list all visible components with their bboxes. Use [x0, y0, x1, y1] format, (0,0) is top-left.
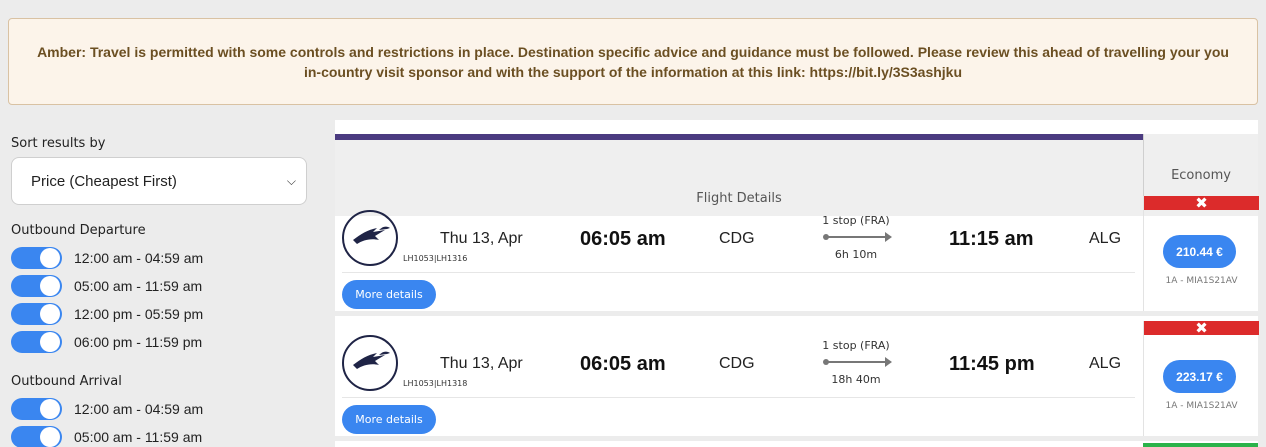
departure-range-label: 05:00 am - 11:59 am	[74, 278, 203, 294]
sort-selected-value: Price (Cheapest First)	[31, 172, 177, 190]
flight-codes: LH1053|LH1316	[403, 254, 468, 263]
arrival-range-label: 12:00 am - 04:59 am	[74, 401, 204, 417]
departure-range-label: 06:00 pm - 11:59 pm	[74, 334, 203, 350]
outbound-departure-title: Outbound Departure	[11, 223, 146, 238]
departure-time: 06:05 am	[580, 353, 666, 375]
fare-code: 1A - MIA1S21AV	[1165, 276, 1238, 286]
price-button[interactable]: 210.44 €	[1163, 235, 1236, 268]
stops-info: 1 stop (FRA)	[822, 339, 890, 352]
flight-date: Thu 13, Apr	[440, 230, 523, 247]
flight-codes: LH1053|LH1318	[403, 379, 468, 388]
economy-fare-cell: ✖ 210.44 € 1A - MIA1S21AV	[1143, 193, 1259, 311]
close-icon: ✖	[1195, 193, 1208, 212]
departure-airport: CDG	[719, 230, 755, 247]
departure-range-label: 12:00 pm - 05:59 pm	[74, 306, 204, 322]
economy-fare-cell: ✖ 223.17 € 1A - MIA1S21AV	[1143, 318, 1259, 436]
route-arrow-icon	[823, 357, 892, 367]
arrival-airport: ALG	[1089, 355, 1122, 372]
price-button[interactable]: 223.17 €	[1163, 360, 1236, 393]
more-details-button[interactable]: More details	[342, 405, 436, 434]
lufthansa-crane-logo-icon	[342, 335, 398, 391]
sort-label: Sort results by	[11, 136, 106, 151]
departure-filter-row: 12:00 pm - 05:59 pm	[11, 300, 307, 328]
departure-time: 06:05 am	[580, 228, 666, 250]
arrival-range-label: 05:00 am - 11:59 am	[74, 429, 203, 445]
economy-heading: Economy	[1171, 167, 1231, 183]
lufthansa-crane-logo-icon	[342, 210, 398, 266]
flight-duration: 18h 40m	[831, 373, 881, 386]
departure-toggle[interactable]	[11, 247, 62, 269]
more-details-button[interactable]: More details	[342, 280, 436, 309]
arrival-filter-row: 12:00 am - 04:59 am	[11, 395, 307, 423]
arrival-airport: ALG	[1089, 230, 1122, 247]
route-arrow-icon	[823, 232, 892, 242]
departure-filter-row: 12:00 am - 04:59 am	[11, 244, 307, 272]
row-divider	[342, 272, 1135, 273]
departure-toggle[interactable]	[11, 275, 62, 297]
departure-filter-row: 06:00 pm - 11:59 pm	[11, 328, 307, 356]
chevron-down-icon: ⌵	[286, 173, 296, 188]
arrival-toggle[interactable]	[11, 426, 62, 447]
close-icon: ✖	[1195, 318, 1208, 337]
filter-sidebar: Sort results by Price (Cheapest First) ⌵…	[11, 136, 307, 447]
arrival-filter-row: 05:00 am - 11:59 am	[11, 423, 307, 447]
outbound-arrival-title: Outbound Arrival	[11, 374, 122, 389]
flight-duration: 6h 10m	[834, 248, 878, 261]
flight-info: LH1053|LH1318 Thu 13, Apr 06:05 am CDG 1…	[335, 321, 1143, 436]
flight-results-panel: Flight Details Economy LH1053|LH1316 Thu…	[335, 120, 1259, 447]
advisory-text: Amber: Travel is permitted with some con…	[37, 43, 1229, 80]
arrival-toggle[interactable]	[11, 398, 62, 420]
flight-info: LH1053|LH1316 Thu 13, Apr 06:05 am CDG 1…	[335, 196, 1143, 311]
stops-info: 1 stop (FRA)	[822, 214, 890, 227]
arrival-time: 11:15 am	[949, 228, 1034, 250]
fare-code: 1A - MIA1S21AV	[1165, 401, 1238, 411]
row-divider	[342, 397, 1135, 398]
unavailable-bar: ✖	[1144, 318, 1259, 337]
unavailable-bar: ✖	[1144, 193, 1259, 212]
departure-toggle[interactable]	[11, 303, 62, 325]
flight-row: LH1053|LH1316 Thu 13, Apr 06:05 am CDG 1…	[335, 193, 1259, 316]
departure-range-label: 12:00 am - 04:59 am	[74, 250, 204, 266]
flight-row: LH1053|LH1318 Thu 13, Apr 06:05 am CDG 1…	[335, 318, 1259, 441]
travel-advisory-banner: Amber: Travel is permitted with some con…	[8, 18, 1258, 105]
arrival-time: 11:45 pm	[949, 353, 1035, 375]
flight-date: Thu 13, Apr	[440, 355, 523, 372]
departure-toggle[interactable]	[11, 331, 62, 353]
departure-airport: CDG	[719, 355, 755, 372]
sort-select[interactable]: Price (Cheapest First) ⌵	[11, 157, 307, 205]
available-bar	[1143, 443, 1258, 447]
departure-filter-row: 05:00 am - 11:59 am	[11, 272, 307, 300]
